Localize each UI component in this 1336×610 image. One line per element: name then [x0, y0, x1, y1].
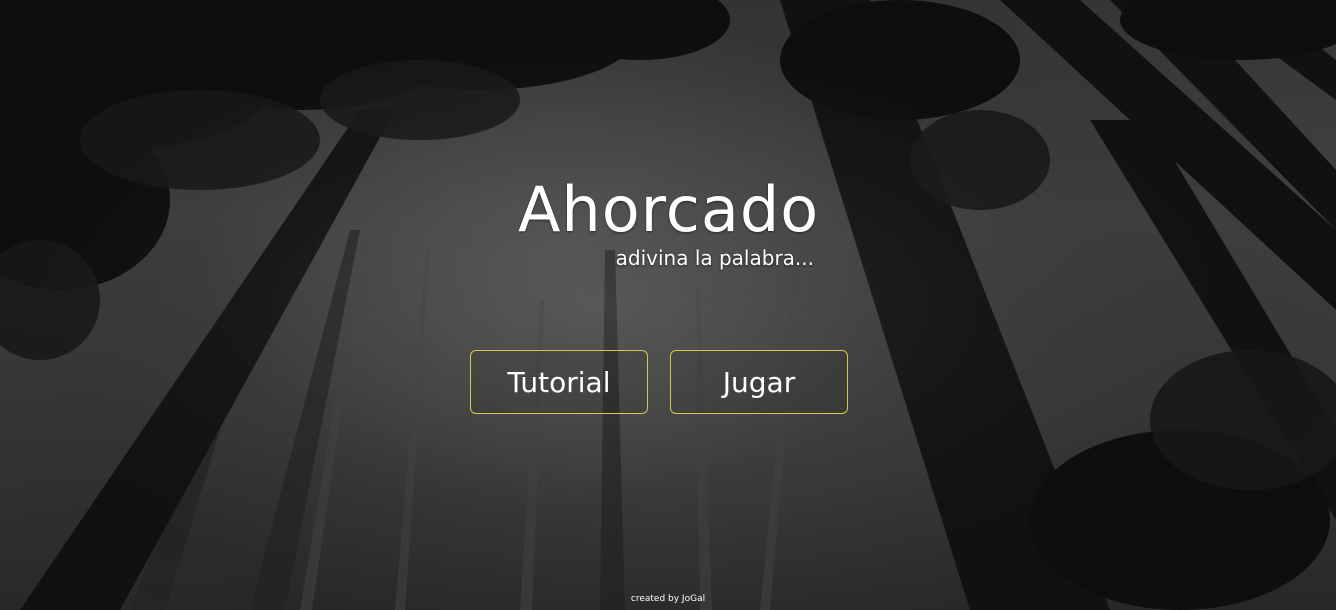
tutorial-button[interactable]: Tutorial — [470, 350, 648, 414]
game-title: Ahorcado — [518, 173, 820, 246]
app-screen: Ahorcado adivina la palabra... Tutorial … — [0, 0, 1336, 610]
footer-credit: created by JoGal — [630, 594, 706, 604]
forest-background-image — [0, 0, 1336, 610]
title-block: Ahorcado adivina la palabra... — [518, 170, 818, 270]
play-button[interactable]: Jugar — [670, 350, 848, 414]
